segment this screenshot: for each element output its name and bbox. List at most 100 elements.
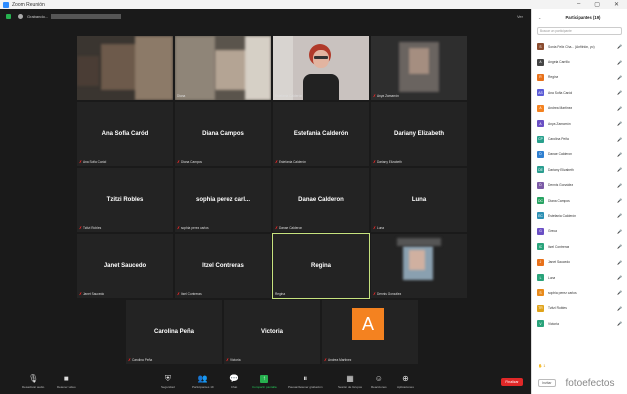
muted-mic-icon[interactable]: 🎤: [617, 275, 622, 280]
participant-tile[interactable]: Dariany Elizabeth ✗ Dariany Elizabeth: [371, 102, 467, 166]
participant-display-name: Estefania Calderón: [293, 131, 349, 137]
muted-mic-icon[interactable]: 🎤: [617, 44, 622, 49]
participant-tile[interactable]: sophia perez carl... ✗ sophia perez carlo…: [175, 168, 271, 232]
end-meeting-button[interactable]: Finalizar: [501, 378, 523, 386]
participant-name-label: ✗ Ana Sofia Caród: [79, 160, 107, 164]
video-tile[interactable]: ✗ Anya Zamarrón: [371, 36, 467, 100]
participant-tile[interactable]: Estefania Calderón ✗ Estefania Calderón: [273, 102, 369, 166]
participant-name: Angela Carrillo: [548, 60, 570, 65]
muted-mic-icon[interactable]: 🎤: [617, 244, 622, 249]
video-tile[interactable]: ✗ Dennis González: [371, 234, 467, 298]
participant-row[interactable]: J Janet Saucedo 🎤: [532, 254, 627, 269]
muted-mic-icon[interactable]: 🎤: [617, 167, 622, 172]
stop-video-button[interactable]: ■ Detener video: [57, 374, 76, 390]
security-button[interactable]: ⛨ Seguridad: [161, 375, 175, 390]
participant-avatar: EC: [537, 212, 544, 220]
participant-tile[interactable]: Ana Sofia Caród ✗ Ana Sofia Caród: [77, 102, 173, 166]
smiley-icon: ☺: [374, 374, 383, 383]
participant-tile[interactable]: Diana Campos ✗ Diana Campos: [175, 102, 271, 166]
participant-row[interactable]: D Dennis González 🎤: [532, 178, 627, 193]
participant-row[interactable]: AS Ana Sofia Caród 🎤: [532, 85, 627, 100]
participant-row[interactable]: EC Estefania Calderón 🎤: [532, 208, 627, 223]
muted-mic-icon[interactable]: 🎤: [617, 121, 622, 126]
participant-tile[interactable]: Victoria ✗ Victoria: [224, 300, 320, 364]
close-icon[interactable]: ✕: [614, 1, 619, 8]
participant-name: Danae Calderon: [548, 152, 573, 157]
pause-stop-icon: ⏸: [303, 374, 308, 383]
chevron-down-icon[interactable]: ⌄: [538, 15, 542, 20]
participant-avatar: DE: [537, 166, 544, 174]
breakout-rooms-button[interactable]: ▦ Sesión de Grupos: [338, 375, 362, 390]
participants-button[interactable]: 👥 Participantes 19: [192, 375, 214, 390]
invite-button[interactable]: Invitar: [538, 379, 556, 387]
minimize-icon[interactable]: –: [577, 1, 580, 8]
participant-row[interactable]: DE Dariany Elizabeth 🎤: [532, 162, 627, 177]
video-tile[interactable]: Diana: [175, 36, 271, 100]
maximize-icon[interactable]: ▢: [594, 1, 600, 8]
participant-row[interactable]: IC Itzel Contreras 🎤: [532, 239, 627, 254]
muted-mic-icon: ✗: [373, 94, 376, 98]
muted-mic-icon[interactable]: 🎤: [617, 183, 622, 188]
participant-row[interactable]: V Victoria 🎤: [532, 316, 627, 331]
active-speaker-tile[interactable]: Regina Regina: [272, 233, 370, 299]
participant-name-label: ✗ Tzitzi Robles: [79, 226, 102, 230]
participant-name: Itzel Contreras: [548, 244, 570, 249]
microphone-icon: 🎙: [28, 374, 39, 383]
participant-name-label: ✗ Andrea Martinez: [324, 358, 352, 362]
mute-audio-button[interactable]: 🎙 Desactivar audio: [22, 374, 44, 390]
participant-display-name: Diana Campos: [202, 131, 244, 137]
muted-mic-icon[interactable]: 🎤: [617, 198, 622, 203]
chat-button[interactable]: 💬 Chat: [229, 375, 239, 390]
participant-tile[interactable]: Itzel Contreras ✗ Itzel Contreras: [175, 234, 271, 298]
muted-mic-icon[interactable]: 🎤: [617, 260, 622, 265]
participant-avatar: TR: [537, 304, 544, 312]
video-tile[interactable]: Estefania Calderón: [273, 36, 369, 100]
muted-mic-icon[interactable]: 🎤: [617, 321, 622, 326]
reactions-button[interactable]: ☺ Reacciones: [371, 374, 387, 390]
participant-display-name: Itzel Contreras: [202, 263, 244, 269]
muted-mic-icon[interactable]: 🎤: [617, 90, 622, 95]
muted-mic-icon[interactable]: 🎤: [617, 213, 622, 218]
participant-row[interactable]: L Luna 🎤: [532, 270, 627, 285]
participant-name: Janet Saucedo: [548, 260, 570, 265]
muted-mic-icon[interactable]: 🎤: [617, 306, 622, 311]
participant-row[interactable]: D Danae Calderon 🎤: [532, 147, 627, 162]
participant-tile[interactable]: Danae Calderon ✗ Danae Calderon: [273, 168, 369, 232]
view-button[interactable]: Ver: [517, 14, 523, 19]
info-icon[interactable]: [18, 13, 23, 19]
shield-icon[interactable]: [6, 13, 11, 19]
muted-mic-icon[interactable]: 🎤: [617, 229, 622, 234]
muted-mic-icon[interactable]: 🎤: [617, 106, 622, 111]
participant-row[interactable]: A Anya Zamarrón 🎤: [532, 116, 627, 131]
participant-row[interactable]: G Greca 🎤: [532, 224, 627, 239]
share-screen-button[interactable]: ↑ Compartir pantalla: [252, 375, 277, 389]
participant-row[interactable]: R Regina 🎤: [532, 70, 627, 85]
muted-mic-icon[interactable]: 🎤: [617, 60, 622, 65]
participant-tile[interactable]: A ✗ Andrea Martinez: [322, 300, 418, 364]
participant-row[interactable]: TR Tzitzi Robles 🎤: [532, 301, 627, 316]
participant-avatar: IC: [537, 243, 544, 251]
muted-mic-icon[interactable]: 🎤: [617, 75, 622, 80]
participant-row[interactable]: A Angela Carrillo 🎤: [532, 54, 627, 69]
participant-video: [273, 36, 369, 100]
participant-tile[interactable]: Carolina Peña ✗ Carolina Peña: [126, 300, 222, 364]
muted-mic-icon[interactable]: 🎤: [617, 152, 622, 157]
participant-tile[interactable]: Janet Saucedo ✗ Janet Saucedo: [77, 234, 173, 298]
participant-avatar: J: [537, 258, 544, 266]
muted-mic-icon[interactable]: 🎤: [617, 290, 622, 295]
participant-row[interactable]: Ssophia perez carlos 🎤: [532, 285, 627, 300]
participant-name-label: ✗ Anya Zamarrón: [373, 94, 399, 98]
participant-tile[interactable]: Luna ✗ Luna: [371, 168, 467, 232]
apps-button[interactable]: ⊕ Aplicaciones: [397, 375, 414, 390]
participant-row[interactable]: S Sonia Felix Cha... (Anfitrión, yo) 🎤: [532, 39, 627, 54]
pause-recording-button[interactable]: ⏸ Pausar/detener grabación: [288, 374, 323, 390]
participant-tile[interactable]: Tzitzi Robles ✗ Tzitzi Robles: [77, 168, 173, 232]
video-tile[interactable]: [77, 36, 173, 100]
participant-search-input[interactable]: Buscar un participante: [537, 27, 622, 35]
participant-avatar: AS: [537, 89, 544, 97]
participant-row[interactable]: DC Diana Campos 🎤: [532, 193, 627, 208]
muted-mic-icon[interactable]: 🎤: [617, 137, 622, 142]
video-camera-icon: ■: [63, 374, 69, 383]
participant-row[interactable]: A Andrea Martinez 🎤: [532, 101, 627, 116]
participant-row[interactable]: CP Carolina Peña 🎤: [532, 131, 627, 146]
